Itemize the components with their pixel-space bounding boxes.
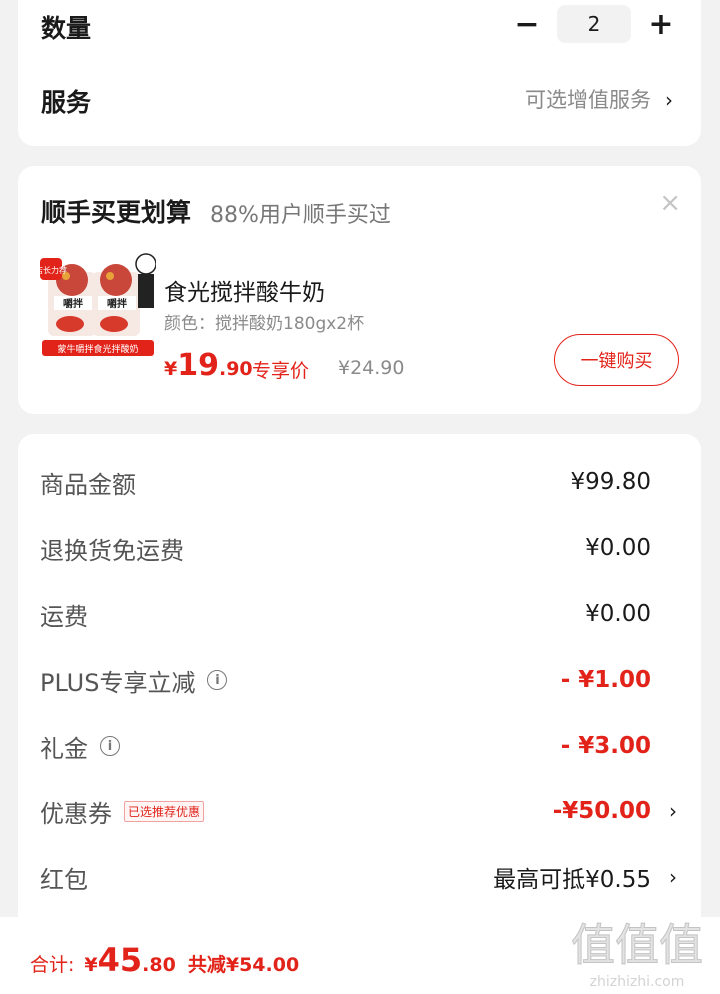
total-saved: 共减¥54.00 — [187, 954, 300, 976]
watermark-text: zhizhizhi.com — [590, 974, 685, 990]
watermark-logo-text: 值值值 — [571, 920, 703, 971]
quantity-input[interactable]: 2 — [557, 5, 631, 43]
order-total: 合计: ¥ 45 .80 共减¥54.00 — [30, 941, 299, 979]
total-decimal: .80 — [142, 954, 176, 976]
product-image[interactable]: 嚼拌 嚼拌 店长力荐 蒙牛嚼拌食光拌酸奶 — [35, 252, 157, 368]
exclusive-price-tag: 专享价 — [252, 360, 310, 382]
summary-value: -¥50.00 — [552, 798, 651, 824]
product-price: ¥19.90 — [164, 348, 253, 383]
summary-label: PLUS专享立减 — [40, 668, 196, 697]
summary-value: ¥99.80 — [570, 469, 651, 495]
price-integer: 19 — [177, 348, 219, 383]
summary-value: ¥0.00 — [585, 601, 651, 627]
info-icon[interactable]: i — [100, 736, 120, 756]
summary-label-wrap: 优惠券 已选推荐优惠 — [40, 791, 205, 831]
quantity-label: 数量 — [41, 14, 92, 43]
original-price: ¥24.90 — [338, 357, 405, 379]
price-decimal: .90 — [218, 358, 253, 380]
service-label: 服务 — [41, 88, 92, 117]
total-currency: ¥ — [84, 954, 98, 976]
summary-row-red-packet[interactable]: 红包 最高可抵¥0.55 › — [18, 857, 701, 897]
svg-text:嚼拌: 嚼拌 — [107, 297, 127, 310]
summary-row-coupon[interactable]: 优惠券 已选推荐优惠 -¥50.00 › — [18, 791, 701, 831]
summary-row-return-shipping: 退换货免运费 ¥0.00 — [18, 528, 701, 568]
summary-label: 商品金额 — [40, 470, 136, 499]
yogurt-cups-image: 嚼拌 嚼拌 店长力荐 蒙牛嚼拌食光拌酸奶 — [35, 253, 157, 356]
service-value-text: 可选增值服务 — [525, 88, 651, 112]
summary-row-plus-discount: PLUS专享立减 i - ¥1.00 — [18, 660, 701, 700]
bundle-subtitle: 88%用户顺手买过 — [210, 203, 391, 228]
product-name[interactable]: 食光搅拌酸牛奶 — [164, 273, 325, 307]
increase-button[interactable]: + — [643, 4, 679, 44]
image-badge-text: 店长力荐 — [40, 265, 67, 275]
service-selector[interactable]: 可选增值服务 › — [525, 84, 673, 114]
total-integer: 45 — [97, 941, 143, 979]
chevron-right-icon: › — [669, 865, 677, 889]
summary-label: 运费 — [40, 602, 88, 631]
total-label: 合计: — [30, 954, 75, 976]
summary-label: 优惠券 — [40, 799, 112, 828]
close-icon[interactable]: × — [659, 188, 681, 218]
watermark-logo: 值值值 zhizhizhi.com — [565, 912, 710, 992]
price-summary-card: 商品金额 ¥99.80 退换货免运费 ¥0.00 运费 ¥0.00 PLUS专享… — [18, 434, 701, 954]
price-currency: ¥ — [164, 358, 178, 380]
summary-row-goods-amount: 商品金额 ¥99.80 — [18, 462, 701, 502]
summary-label-wrap: PLUS专享立减 i — [40, 660, 228, 700]
watermark-graphic: 值值值 zhizhizhi.com — [571, 920, 704, 991]
quantity-service-card: 数量 − 2 + 服务 可选增值服务 › — [18, 0, 701, 146]
summary-label: 红包 — [40, 865, 88, 894]
image-caption-text: 蒙牛嚼拌食光拌酸奶 — [57, 343, 138, 355]
summary-value: - ¥3.00 — [560, 733, 651, 759]
decrease-button[interactable]: − — [509, 4, 545, 44]
quantity-stepper: − 2 + — [509, 4, 679, 44]
one-click-buy-button[interactable]: 一键购买 — [554, 334, 679, 386]
summary-value: 最高可抵¥0.55 — [493, 867, 651, 893]
summary-label: 退换货免运费 — [40, 536, 184, 565]
svg-text:嚼拌: 嚼拌 — [63, 297, 83, 310]
chevron-right-icon: › — [665, 88, 673, 112]
summary-label: 礼金 — [40, 734, 88, 763]
summary-label-wrap: 礼金 i — [40, 726, 120, 766]
recommended-coupon-badge: 已选推荐优惠 — [124, 800, 205, 822]
summary-value: ¥0.00 — [585, 535, 651, 561]
info-icon[interactable]: i — [207, 670, 228, 690]
summary-value: - ¥1.00 — [560, 667, 651, 693]
bundle-title: 顺手买更划算 — [41, 198, 192, 227]
product-spec: 颜色：搅拌酸奶180gx2杯 — [164, 314, 365, 334]
summary-row-gift-money: 礼金 i - ¥3.00 — [18, 726, 701, 766]
bundle-card: 顺手买更划算 88%用户顺手买过 × 嚼拌 嚼拌 店长力荐 蒙牛嚼拌食光拌酸奶 … — [18, 166, 701, 414]
summary-row-shipping: 运费 ¥0.00 — [18, 594, 701, 634]
chevron-right-icon: › — [669, 799, 677, 823]
